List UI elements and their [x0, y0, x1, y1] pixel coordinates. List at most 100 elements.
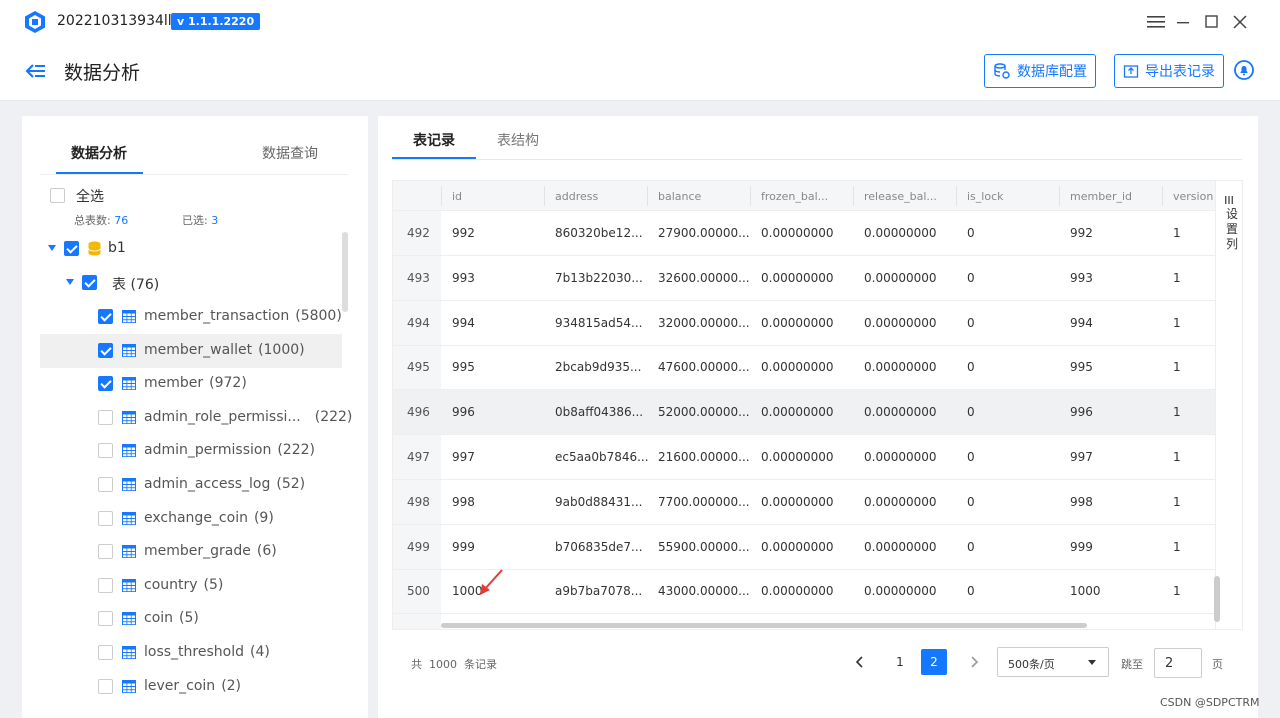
table-cell[interactable]: 0.00000000 — [864, 495, 937, 509]
table-row[interactable]: 492 992 860320be12... 27900.00000... 0.00000… — [393, 211, 1215, 256]
table-cell[interactable]: 1 — [1173, 450, 1181, 464]
table-cell[interactable]: 47600.00000... — [658, 360, 750, 374]
table-cell[interactable]: 1 — [1173, 405, 1181, 419]
table-cell[interactable]: a9b7ba7078... — [555, 584, 642, 598]
column-separator[interactable] — [647, 186, 648, 206]
column-separator[interactable] — [956, 186, 957, 206]
table-row[interactable]: 500 1000 a9b7ba7078... 43000.00000... 0.0000… — [393, 569, 1215, 615]
maximize-icon[interactable] — [1202, 12, 1222, 32]
table-cell[interactable]: 860320be12... — [555, 226, 643, 240]
column-header[interactable]: is_lock — [967, 190, 1004, 203]
column-separator[interactable] — [1059, 186, 1060, 206]
table-cell[interactable]: 994 — [452, 316, 475, 330]
table-item[interactable]: country (5) — [40, 569, 342, 603]
table-cell[interactable]: 0.00000000 — [864, 450, 937, 464]
table-cell[interactable]: 992 — [452, 226, 475, 240]
page-1-button[interactable]: 1 — [887, 649, 913, 675]
table-cell[interactable]: 1 — [1173, 584, 1181, 598]
table-cell[interactable]: 992 — [1070, 226, 1093, 240]
back-arrow-icon[interactable] — [24, 61, 46, 81]
table-item[interactable]: admin_role_permissi... (222) — [40, 401, 352, 435]
table-cell[interactable]: 0.00000000 — [761, 316, 834, 330]
table-cell[interactable]: 7b13b22030... — [555, 271, 643, 285]
table-cell[interactable]: 0.00000000 — [761, 495, 834, 509]
table-cell[interactable]: 0 — [967, 271, 975, 285]
table-cell[interactable]: 1 — [1173, 226, 1181, 240]
expand-caret-icon[interactable] — [66, 279, 74, 285]
table-cell[interactable]: 998 — [452, 495, 475, 509]
table-cell[interactable]: 21600.00000... — [658, 450, 750, 464]
table-cell[interactable]: 993 — [452, 271, 475, 285]
table-row[interactable]: 493 993 7b13b22030... 32600.00000... 0.00000… — [393, 256, 1215, 301]
table-checkbox[interactable] — [98, 645, 113, 660]
table-checkbox[interactable] — [98, 409, 113, 425]
table-checkbox[interactable] — [98, 443, 113, 459]
table-item[interactable]: admin_permission (222) — [40, 434, 342, 468]
table-cell[interactable]: 0 — [967, 495, 975, 509]
horizontal-scrollbar[interactable] — [441, 623, 1087, 628]
db-checkbox[interactable] — [64, 241, 79, 256]
table-cell[interactable]: 0 — [967, 405, 975, 419]
table-cell[interactable]: 999 — [1070, 540, 1093, 554]
menu-icon[interactable] — [1146, 12, 1166, 32]
table-item[interactable]: member (972) — [40, 367, 342, 401]
select-all-checkbox[interactable] — [50, 188, 65, 203]
table-row[interactable]: 496 996 0b8aff04386... 52000.00000... 0.0000… — [393, 390, 1215, 436]
column-header[interactable]: member_id — [1070, 190, 1132, 203]
table-cell[interactable]: 0.00000000 — [864, 405, 937, 419]
table-cell[interactable]: 996 — [452, 405, 475, 419]
table-checkbox[interactable] — [98, 477, 113, 492]
table-row[interactable]: 494 994 934815ad54... 32000.00000... 0.00000… — [393, 301, 1215, 346]
table-checkbox[interactable] — [98, 577, 113, 593]
table-cell[interactable]: 1 — [1173, 360, 1181, 374]
column-settings[interactable]: 设置列 — [1215, 181, 1242, 629]
tab-table-records[interactable]: 表记录 — [413, 130, 455, 150]
table-cell[interactable]: 995 — [452, 360, 475, 374]
table-checkbox[interactable] — [98, 309, 113, 324]
prev-page-button[interactable] — [847, 649, 873, 675]
table-cell[interactable]: 998 — [1070, 495, 1093, 509]
table-row[interactable]: 495 995 2bcab9d935... 47600.00000... 0.00000… — [393, 345, 1215, 391]
expand-caret-icon[interactable] — [48, 245, 56, 251]
table-cell[interactable]: 999 — [452, 540, 475, 554]
table-item[interactable]: member_wallet (1000) — [40, 333, 342, 368]
table-cell[interactable]: 9ab0d88431... — [555, 495, 642, 509]
table-cell[interactable]: 934815ad54... — [555, 316, 643, 330]
table-cell[interactable]: 0.00000000 — [864, 226, 937, 240]
page-2-button[interactable]: 2 — [921, 649, 947, 675]
table-cell[interactable]: 0.00000000 — [864, 540, 937, 554]
vertical-scrollbar[interactable] — [1214, 576, 1220, 622]
column-header[interactable]: balance — [658, 190, 701, 203]
table-cell[interactable]: 994 — [1070, 316, 1093, 330]
table-cell[interactable]: 0.00000000 — [864, 360, 937, 374]
table-cell[interactable]: 0.00000000 — [761, 271, 834, 285]
table-cell[interactable]: 995 — [1070, 360, 1093, 374]
table-item[interactable]: coin (5) — [40, 602, 342, 636]
table-cell[interactable]: 52000.00000... — [658, 405, 750, 419]
table-checkbox[interactable] — [98, 611, 113, 627]
table-cell[interactable]: 0.00000000 — [761, 450, 834, 464]
tree-node-db[interactable]: b1 — [40, 232, 342, 266]
table-cell[interactable]: 0.00000000 — [761, 540, 834, 554]
table-cell[interactable]: 997 — [1070, 450, 1093, 464]
table-cell[interactable]: 32600.00000... — [658, 271, 750, 285]
table-cell[interactable]: 0.00000000 — [864, 271, 937, 285]
table-cell[interactable]: 997 — [452, 450, 475, 464]
column-separator[interactable] — [441, 186, 442, 206]
table-cell[interactable]: 1 — [1173, 495, 1181, 509]
table-checkbox[interactable] — [98, 376, 113, 392]
tab-table-structure[interactable]: 表结构 — [497, 130, 539, 150]
left-scrollbar[interactable] — [342, 232, 348, 312]
table-cell[interactable]: 0 — [967, 450, 975, 464]
table-cell[interactable]: 2bcab9d935... — [555, 360, 641, 374]
tab-data-analysis[interactable]: 数据分析 — [71, 143, 127, 163]
table-cell[interactable]: 32000.00000... — [658, 316, 750, 330]
column-separator[interactable] — [750, 186, 751, 206]
table-checkbox[interactable] — [98, 678, 113, 694]
table-cell[interactable]: 43000.00000... — [658, 584, 750, 598]
table-cell[interactable]: 996 — [1070, 405, 1093, 419]
table-item[interactable]: member_transaction (5800) — [40, 300, 342, 334]
column-separator[interactable] — [853, 186, 854, 206]
table-cell[interactable]: 0 — [967, 226, 975, 240]
table-row[interactable]: 499 999 b706835de7... 55900.00000... 0.00000… — [393, 525, 1215, 570]
